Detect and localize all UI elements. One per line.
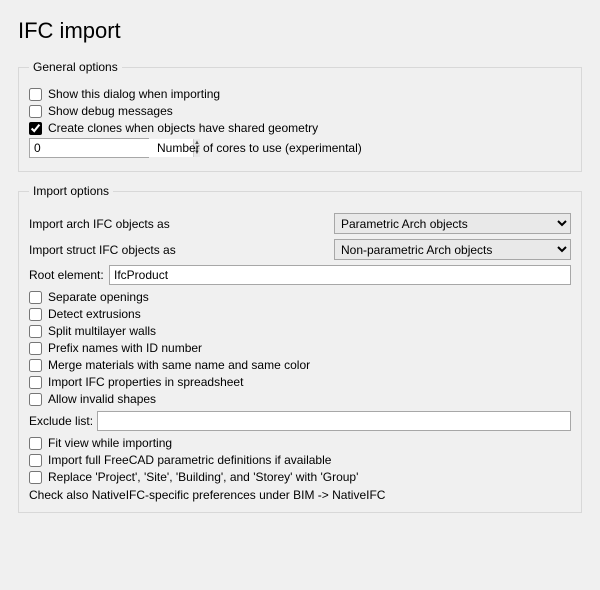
create-clones-label: Create clones when objects have shared g…: [48, 121, 318, 135]
import-full-label: Import full FreeCAD parametric definitio…: [48, 453, 331, 467]
general-options-group: General options Show this dialog when im…: [18, 60, 582, 172]
replace-group-label: Replace 'Project', 'Site', 'Building', a…: [48, 470, 358, 484]
general-legend: General options: [29, 60, 122, 74]
fit-view-label: Fit view while importing: [48, 436, 172, 450]
create-clones-checkbox[interactable]: [29, 122, 42, 135]
merge-materials-checkbox[interactable]: [29, 359, 42, 372]
separate-openings-label: Separate openings: [48, 290, 149, 304]
separate-openings-checkbox[interactable]: [29, 291, 42, 304]
replace-group-checkbox[interactable]: [29, 471, 42, 484]
arch-objects-select[interactable]: Parametric Arch objects: [334, 213, 571, 234]
nativeifc-note: Check also NativeIFC-specific preference…: [29, 488, 571, 502]
import-props-checkbox[interactable]: [29, 376, 42, 389]
struct-objects-label: Import struct IFC objects as: [29, 243, 334, 257]
merge-materials-label: Merge materials with same name and same …: [48, 358, 310, 372]
import-options-group: Import options Import arch IFC objects a…: [18, 184, 582, 513]
show-debug-checkbox[interactable]: [29, 105, 42, 118]
import-full-checkbox[interactable]: [29, 454, 42, 467]
page-title: IFC import: [18, 18, 582, 44]
exclude-list-label: Exclude list:: [29, 414, 97, 428]
import-legend: Import options: [29, 184, 113, 198]
prefix-names-checkbox[interactable]: [29, 342, 42, 355]
allow-invalid-label: Allow invalid shapes: [48, 392, 156, 406]
root-element-input[interactable]: [109, 265, 571, 285]
allow-invalid-checkbox[interactable]: [29, 393, 42, 406]
struct-objects-select[interactable]: Non-parametric Arch objects: [334, 239, 571, 260]
split-walls-label: Split multilayer walls: [48, 324, 156, 338]
show-dialog-label: Show this dialog when importing: [48, 87, 220, 101]
prefix-names-label: Prefix names with ID number: [48, 341, 202, 355]
cores-label: Number of cores to use (experimental): [157, 141, 362, 155]
split-walls-checkbox[interactable]: [29, 325, 42, 338]
detect-extrusions-checkbox[interactable]: [29, 308, 42, 321]
cores-spinbox[interactable]: ▲ ▼: [29, 138, 149, 158]
show-dialog-checkbox[interactable]: [29, 88, 42, 101]
detect-extrusions-label: Detect extrusions: [48, 307, 141, 321]
root-element-label: Root element:: [29, 268, 109, 282]
show-debug-label: Show debug messages: [48, 104, 173, 118]
import-props-label: Import IFC properties in spreadsheet: [48, 375, 243, 389]
arch-objects-label: Import arch IFC objects as: [29, 217, 334, 231]
fit-view-checkbox[interactable]: [29, 437, 42, 450]
exclude-list-input[interactable]: [97, 411, 571, 431]
